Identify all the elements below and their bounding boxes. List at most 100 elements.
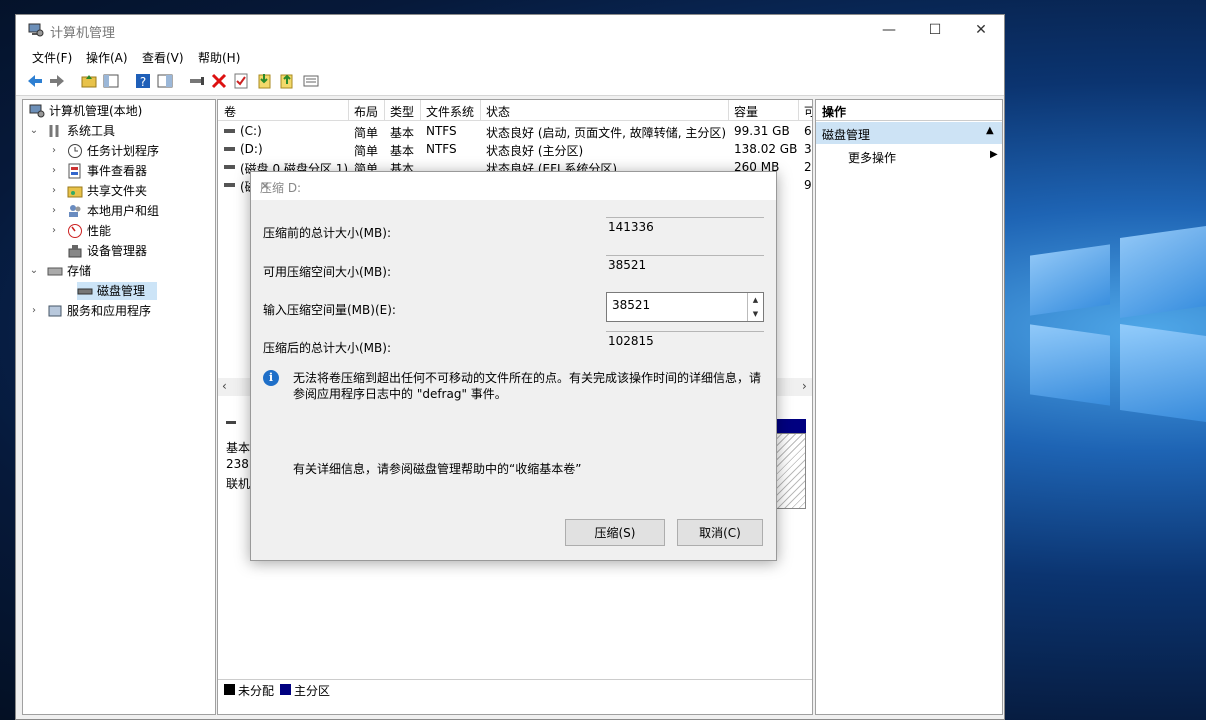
partition-header-bar xyxy=(774,419,806,433)
dialog-title-bar[interactable]: 压缩 D: ✕ xyxy=(251,172,776,200)
legend-unallocated-swatch xyxy=(224,684,235,695)
available-value: 38521 xyxy=(608,258,647,272)
spin-down-icon[interactable]: ▼ xyxy=(747,307,763,321)
shrink-amount-stepper[interactable]: ▲ ▼ xyxy=(606,292,764,322)
col-free[interactable]: 可 xyxy=(804,103,812,120)
toolbar: ? xyxy=(16,67,1004,96)
spin-up-icon[interactable]: ▲ xyxy=(747,293,763,307)
menu-view[interactable]: 查看(V) xyxy=(142,49,184,66)
volume-icon xyxy=(224,147,235,151)
disk-status: 联机 xyxy=(226,477,251,491)
more-actions-label: 更多操作 xyxy=(848,151,897,165)
scroll-right-icon[interactable]: › xyxy=(802,379,807,393)
windows-logo-pane xyxy=(1030,324,1110,406)
col-status[interactable]: 状态 xyxy=(486,103,510,120)
cell-capacity: 99.31 GB xyxy=(734,124,790,138)
up-folder-icon[interactable] xyxy=(80,72,98,90)
actions-pane: 操作 磁盘管理 ▲ 更多操作 ▶ xyxy=(815,99,1003,715)
help-icon[interactable]: ? xyxy=(134,72,152,90)
list-view-icon[interactable] xyxy=(302,72,320,90)
connect-icon[interactable] xyxy=(188,72,206,90)
title-bar[interactable]: 计算机管理 — ☐ ✕ xyxy=(16,15,1004,45)
back-arrow-icon[interactable] xyxy=(26,72,44,90)
col-volume[interactable]: 卷 xyxy=(224,103,236,120)
cell-layout: 简单 xyxy=(354,144,379,158)
tree-disk-management-label: 磁盘管理 xyxy=(97,284,146,298)
legend-primary-label: 主分区 xyxy=(294,684,331,698)
table-row[interactable]: (D:) 简单 基本 NTFS 状态良好 (主分区) 138.02 GB 3 xyxy=(218,140,812,158)
chevron-down-icon[interactable]: ⌄ xyxy=(29,122,39,140)
forward-arrow-icon[interactable] xyxy=(48,72,66,90)
checklist-icon[interactable] xyxy=(232,72,250,90)
disk-size: 238. xyxy=(226,457,253,471)
event-log-icon xyxy=(68,163,81,179)
partition-block[interactable] xyxy=(774,433,806,509)
properties-pane-icon[interactable] xyxy=(156,72,174,90)
chevron-right-icon[interactable]: › xyxy=(49,222,59,240)
users-icon xyxy=(69,205,81,217)
shrink-button[interactable]: 压缩(S) xyxy=(565,519,665,546)
collapse-up-icon[interactable]: ▲ xyxy=(986,125,994,136)
performance-icon xyxy=(68,224,82,238)
windows-logo-pane xyxy=(1120,225,1206,319)
total-before-value: 141336 xyxy=(608,220,654,234)
cell-volume: (C:) xyxy=(240,124,262,138)
tree-device-manager-label: 设备管理器 xyxy=(87,244,148,258)
cell-free: 9 xyxy=(804,178,812,192)
total-before-value-box: 141336 xyxy=(606,217,764,248)
menu-help[interactable]: 帮助(H) xyxy=(198,49,240,66)
scroll-left-icon[interactable]: ‹ xyxy=(222,379,227,393)
windows-logo-pane xyxy=(1120,323,1206,423)
delete-icon[interactable] xyxy=(210,72,228,90)
device-manager-icon xyxy=(68,245,82,258)
col-filesystem[interactable]: 文件系统 xyxy=(426,103,474,120)
more-actions-item[interactable]: 更多操作 ▶ xyxy=(816,146,1002,166)
column-divider[interactable] xyxy=(348,100,349,120)
chevron-right-icon[interactable]: › xyxy=(49,142,59,160)
chevron-right-icon[interactable]: › xyxy=(29,302,39,320)
chevron-right-icon[interactable]: › xyxy=(49,162,59,180)
column-divider[interactable] xyxy=(728,100,729,120)
clock-icon xyxy=(68,144,82,158)
chevron-right-icon[interactable]: › xyxy=(49,182,59,200)
import-icon[interactable] xyxy=(256,72,274,90)
shrink-amount-input[interactable] xyxy=(610,297,744,313)
close-button[interactable]: ✕ xyxy=(958,15,1004,45)
col-layout[interactable]: 布局 xyxy=(354,103,378,120)
total-after-label: 压缩后的总计大小(MB): xyxy=(263,341,391,355)
actions-header: 操作 xyxy=(816,100,1002,121)
tree-shared-folders-label: 共享文件夹 xyxy=(87,184,148,198)
menu-action[interactable]: 操作(A) xyxy=(86,49,128,66)
window-title: 计算机管理 xyxy=(50,26,116,41)
col-capacity[interactable]: 容量 xyxy=(734,103,758,120)
minimize-button[interactable]: — xyxy=(866,15,912,45)
tree-system-tools-label: 系统工具 xyxy=(67,124,116,138)
maximize-button[interactable]: ☐ xyxy=(912,15,958,45)
navigation-tree: 计算机管理(本地) ⌄ 系统工具 › 任务计划程序 › 事件查看器 › 共享文件… xyxy=(22,99,216,715)
disk-type: 基本 xyxy=(226,441,251,455)
col-type[interactable]: 类型 xyxy=(390,103,414,120)
dialog-close-button[interactable]: ✕ xyxy=(260,179,768,193)
computer-management-icon xyxy=(28,23,44,37)
cell-type: 基本 xyxy=(390,144,415,158)
show-hide-tree-icon[interactable] xyxy=(102,72,120,90)
cell-filesystem: NTFS xyxy=(426,124,457,138)
available-label: 可用压缩空间大小(MB): xyxy=(263,265,391,279)
volume-icon xyxy=(224,129,235,133)
column-divider[interactable] xyxy=(480,100,481,120)
chevron-down-icon[interactable]: ⌄ xyxy=(29,262,39,280)
column-divider[interactable] xyxy=(798,100,799,120)
cancel-button[interactable]: 取消(C) xyxy=(677,519,763,546)
column-divider[interactable] xyxy=(384,100,385,120)
cell-volume: (D:) xyxy=(240,142,263,156)
export-icon[interactable] xyxy=(278,72,296,90)
column-divider[interactable] xyxy=(420,100,421,120)
table-row[interactable]: (C:) 简单 基本 NTFS 状态良好 (启动, 页面文件, 故障转储, 主分… xyxy=(218,122,812,140)
tree-services-apps-label: 服务和应用程序 xyxy=(67,304,152,318)
actions-disk-management-label: 磁盘管理 xyxy=(822,128,871,142)
actions-disk-management[interactable]: 磁盘管理 ▲ xyxy=(816,122,1002,144)
tree-disk-management[interactable]: 磁盘管理 xyxy=(77,282,157,300)
shared-folder-icon xyxy=(67,186,83,198)
chevron-right-icon[interactable]: › xyxy=(49,202,59,220)
menu-file[interactable]: 文件(F) xyxy=(32,49,72,66)
